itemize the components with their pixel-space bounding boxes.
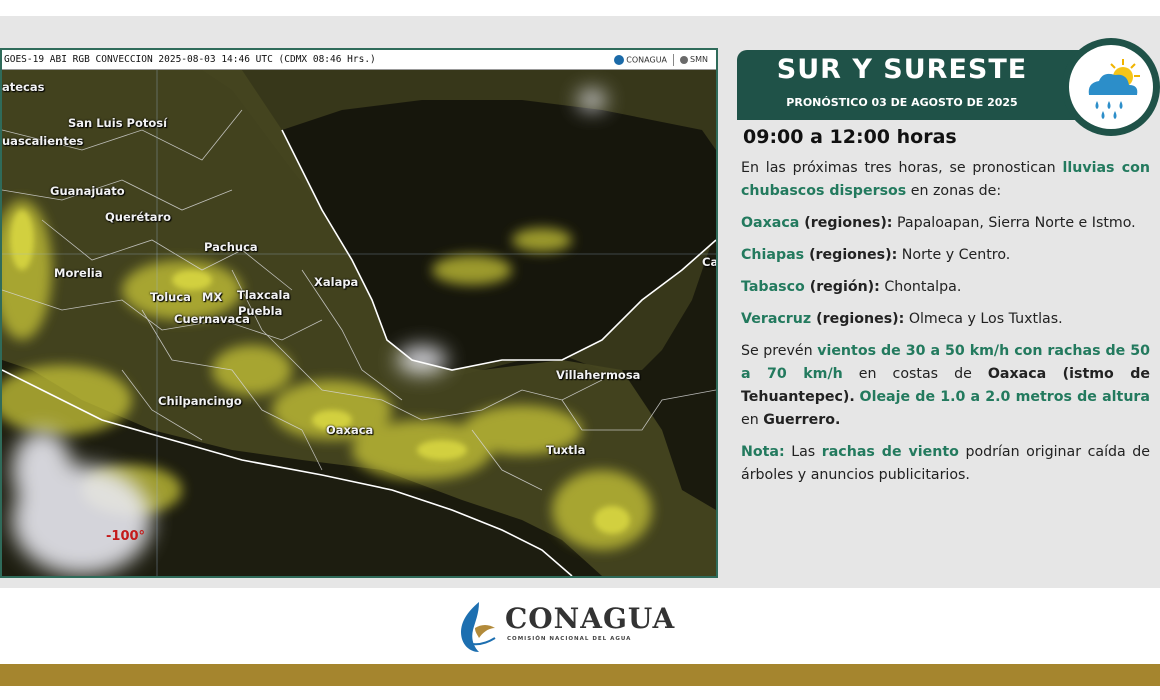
city-label: Querétaro bbox=[105, 210, 172, 224]
city-label: Oaxaca bbox=[326, 423, 374, 437]
forecast-chiapas: Chiapas (regiones): Norte y Centro. bbox=[741, 244, 1150, 267]
smn-mini-icon bbox=[680, 55, 689, 64]
map-title: GOES-19 ABI RGB CONVECCION 2025-08-03 14… bbox=[4, 54, 376, 65]
text-segment: Se prevén bbox=[741, 343, 818, 359]
footer-gold-bar bbox=[0, 664, 1160, 686]
city-label: Guanajuato bbox=[50, 184, 125, 198]
region-type: (regiones): bbox=[799, 215, 893, 231]
regions-list: Chontalpa. bbox=[879, 279, 962, 295]
text-segment: en zonas de: bbox=[906, 183, 1002, 199]
map-conagua-logo: CONAGUA bbox=[614, 54, 668, 65]
city-label: Xalapa bbox=[314, 275, 359, 289]
region-banner: SUR Y SURESTE PRONÓSTICO 03 DE AGOSTO DE… bbox=[737, 50, 1089, 120]
map-smn-logo: SMN bbox=[680, 55, 708, 64]
forecast-time-range: 09:00 a 12:00 horas bbox=[743, 126, 957, 148]
city-label: Morelia bbox=[54, 266, 103, 280]
city-label: San Luis Potosí bbox=[68, 116, 168, 130]
weather-partly-cloudy-rain-icon bbox=[1062, 38, 1160, 136]
longitude-label: -100° bbox=[106, 529, 146, 544]
forecast-date: PRONÓSTICO 03 DE AGOSTO DE 2025 bbox=[786, 96, 1018, 109]
conagua-logo-icon bbox=[461, 602, 496, 652]
text-segment: Las bbox=[784, 444, 822, 460]
forecast-content: 09:00 a 12:00 horas En las próximas tres… bbox=[741, 126, 1150, 496]
city-label: Chilpancingo bbox=[158, 394, 242, 408]
region-type: (regiones): bbox=[804, 247, 898, 263]
forecast-note: Nota: Las rachas de viento podrían origi… bbox=[741, 441, 1150, 487]
city-label: Pachuca bbox=[204, 240, 258, 254]
map-header: GOES-19 ABI RGB CONVECCION 2025-08-03 14… bbox=[2, 50, 716, 70]
city-label: Tuxtla bbox=[546, 443, 586, 457]
city-label: Ca bbox=[702, 255, 718, 269]
state-name: Chiapas bbox=[741, 247, 805, 263]
state-name: Tabasco bbox=[741, 279, 805, 295]
city-label: Cuernavaca bbox=[174, 312, 250, 326]
weather-icon-background bbox=[1069, 45, 1153, 129]
weather-icon-graphic bbox=[1088, 59, 1140, 119]
map-logos: CONAGUA SMN bbox=[614, 53, 708, 66]
text-segment: en costas de bbox=[842, 366, 988, 382]
region-type: (regiones): bbox=[811, 311, 905, 327]
city-label: Tlaxcala bbox=[237, 288, 291, 302]
text-segment: En las próximas tres horas, se pronostic… bbox=[741, 160, 1063, 176]
city-label: MX bbox=[202, 290, 223, 304]
map-logo1-text: CONAGUA bbox=[626, 55, 668, 64]
regions-list: Papaloapan, Sierra Norte e Istmo. bbox=[892, 215, 1136, 231]
bold-text: Guerrero. bbox=[763, 412, 841, 428]
conagua-logo-subtitle: COMISIÓN NACIONAL DEL AGUA bbox=[507, 636, 632, 642]
logo-separator bbox=[673, 53, 675, 66]
city-label: Toluca bbox=[150, 290, 191, 304]
conagua-footer-logo: CONAGUA COMISIÓN NACIONAL DEL AGUA bbox=[455, 598, 685, 654]
satellite-map: GOES-19 ABI RGB CONVECCION 2025-08-03 14… bbox=[0, 48, 718, 578]
note-label: Nota: bbox=[741, 444, 785, 460]
regions-list: Norte y Centro. bbox=[897, 247, 1011, 263]
satellite-imagery bbox=[2, 70, 716, 576]
region-type: (región): bbox=[804, 279, 880, 295]
city-label: Villahermosa bbox=[556, 368, 641, 382]
conagua-mini-icon bbox=[614, 54, 625, 65]
map-logo2-text: SMN bbox=[690, 55, 708, 64]
city-label: uascalientes bbox=[2, 134, 84, 148]
state-name: Oaxaca bbox=[741, 215, 800, 231]
conagua-logo-text: CONAGUA bbox=[505, 602, 676, 635]
regions-list: Olmeca y Los Tuxtlas. bbox=[904, 311, 1063, 327]
forecast-oaxaca: Oaxaca (regiones): Papaloapan, Sierra No… bbox=[741, 212, 1150, 235]
forecast-tabasco: Tabasco (región): Chontalpa. bbox=[741, 276, 1150, 299]
state-name: Veracruz bbox=[741, 311, 812, 327]
city-label: atecas bbox=[2, 80, 45, 94]
text-segment: en bbox=[741, 412, 764, 428]
top-band bbox=[0, 0, 1160, 16]
forecast-veracruz: Veracruz (regiones): Olmeca y Los Tuxtla… bbox=[741, 308, 1150, 331]
highlight-text: Oleaje de 1.0 a 2.0 metros de altura bbox=[859, 389, 1150, 405]
forecast-winds: Se prevén vientos de 30 a 50 km/h con ra… bbox=[741, 340, 1150, 432]
forecast-intro: En las próximas tres horas, se pronostic… bbox=[741, 157, 1150, 203]
highlight-text: rachas de viento bbox=[821, 444, 959, 460]
region-title: SUR Y SURESTE bbox=[776, 54, 1028, 85]
